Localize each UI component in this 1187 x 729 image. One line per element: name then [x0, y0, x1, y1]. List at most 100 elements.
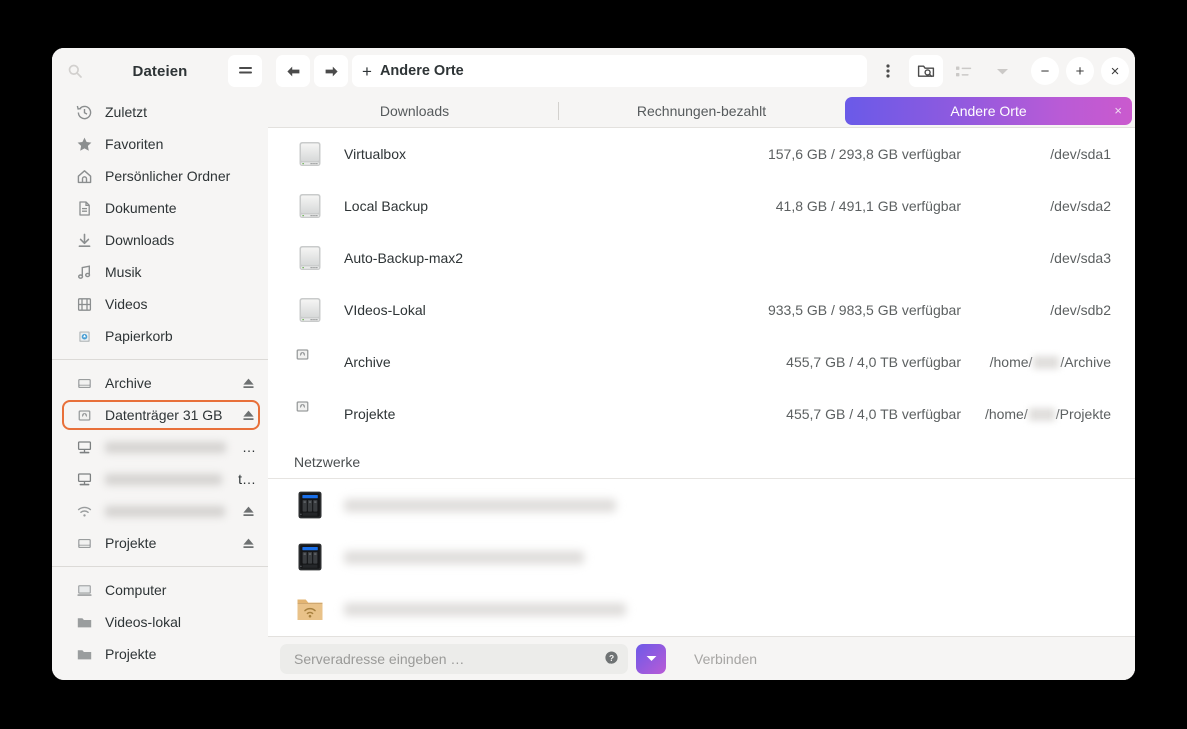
sidebar-item-dokumente[interactable]: Dokumente: [52, 192, 268, 224]
sidebar-item-label: Dokumente: [105, 200, 177, 216]
sidebar-item-favoriten[interactable]: Favoriten: [52, 128, 268, 160]
network-section-header: Netzwerke: [268, 440, 1135, 479]
header-sidebar-section: Dateien: [52, 48, 268, 94]
removable-drive-icon: [294, 398, 326, 430]
tab-downloads[interactable]: Downloads: [271, 97, 558, 125]
help-icon[interactable]: ?: [603, 650, 620, 667]
connect-button[interactable]: Verbinden: [694, 651, 757, 667]
sidebar-item-label: Zuletzt: [105, 104, 148, 120]
table-row[interactable]: [268, 479, 1135, 531]
maximize-button[interactable]: +: [1066, 57, 1094, 85]
drive-device-path: /home//Archive: [989, 354, 1111, 370]
server-protocol-dropdown[interactable]: [636, 643, 666, 674]
drive-capacity: 157,6 GB / 293,8 GB verfügbar: [767, 146, 961, 162]
sidebar-item-blurred-12[interactable]: [52, 495, 268, 527]
download-icon: [76, 232, 93, 249]
nas-icon: [294, 541, 326, 573]
tab-rechnungen-bezahlt[interactable]: Rechnungen-bezahlt: [558, 97, 845, 125]
folder-icon: [76, 614, 93, 631]
minimize-button[interactable]: −: [1031, 57, 1059, 85]
tab-close-icon[interactable]: ×: [1114, 104, 1122, 117]
search-icon[interactable]: [58, 55, 92, 87]
drive-icon: [76, 375, 93, 392]
sidebar-item-label: Downloads: [105, 232, 175, 248]
places-list[interactable]: Virtualbox 157,6 GB / 293,8 GB verfügbar /…: [268, 128, 1135, 636]
eject-icon[interactable]: [241, 536, 256, 551]
drive-name: Auto-Backup-max2: [344, 250, 464, 266]
sidebar-item-label: Computer: [105, 582, 167, 598]
drive-device-path: /dev/sdb2: [1050, 302, 1111, 318]
sidebar-item-projekte[interactable]: Projekte: [52, 638, 268, 670]
drive-device-path: /dev/sda2: [1050, 198, 1111, 214]
server-icon: [76, 439, 93, 456]
drive-device-path: /home//Projekte: [984, 406, 1111, 422]
sidebar-item-musik[interactable]: Musik: [52, 256, 268, 288]
window-controls: − + ×: [1031, 57, 1129, 85]
home-icon: [76, 168, 93, 185]
sidebar-item-downloads[interactable]: Downloads: [52, 224, 268, 256]
drive-device-path: /dev/sda3: [1050, 250, 1111, 266]
nas-icon: [294, 489, 326, 521]
table-row[interactable]: Archive 455,7 GB / 4,0 TB verfügbar/home/…: [268, 336, 1135, 388]
blurred-username: [1033, 355, 1060, 369]
sidebar-item-computer[interactable]: Computer: [52, 574, 268, 606]
document-icon: [76, 200, 93, 217]
network-folder-icon: [294, 593, 326, 625]
path-bar-label: Andere Orte: [379, 63, 464, 79]
drive-name: Local Backup: [344, 198, 429, 214]
arrow-left-icon[interactable]: [276, 55, 310, 87]
table-row[interactable]: Virtualbox 157,6 GB / 293,8 GB verfügbar /…: [268, 128, 1135, 180]
drive-device-path: /dev/sda1: [1050, 146, 1111, 162]
film-icon: [76, 296, 93, 313]
server-icon: [76, 471, 93, 488]
drive-name: Archive: [344, 354, 391, 370]
sidebar-item-archive[interactable]: Archive: [52, 367, 268, 399]
arrow-right-icon[interactable]: [314, 55, 348, 87]
connect-to-server-bar: ? Verbinden: [268, 636, 1135, 680]
network-share-name: [344, 550, 584, 564]
table-row[interactable]: Projekte 455,7 GB / 4,0 TB verfügbar/home…: [268, 388, 1135, 440]
server-address-field[interactable]: ?: [280, 643, 628, 674]
table-row[interactable]: Auto-Backup-max2/dev/sda3: [268, 232, 1135, 284]
sidebar-item-blurred-11[interactable]: t…: [52, 463, 268, 495]
star-icon: [76, 136, 93, 153]
sidebar-item-videos[interactable]: Videos: [52, 288, 268, 320]
eject-icon[interactable]: [241, 504, 256, 519]
sidebar-separator: [52, 566, 268, 567]
sidebar-item-papierkorb[interactable]: Papierkorb: [52, 320, 268, 352]
sidebar-item-pers-nlicher-ordner[interactable]: Persönlicher Ordner: [52, 160, 268, 192]
eject-icon[interactable]: [241, 408, 256, 423]
path-bar[interactable]: + Andere Orte: [352, 55, 867, 87]
close-button[interactable]: ×: [1101, 57, 1129, 85]
blurred-username: [1028, 407, 1055, 421]
table-row[interactable]: VIdeos-Lokal 933,5 GB / 983,5 GB verfügba…: [268, 284, 1135, 336]
sidebar-item-label: Videos: [105, 296, 148, 312]
sidebar-item-videos-lokal[interactable]: Videos-lokal: [52, 606, 268, 638]
removable-drive-icon: [294, 346, 326, 378]
chevron-down-icon[interactable]: [985, 55, 1019, 87]
sidebar-separator: [52, 359, 268, 360]
content-area: Downloads Rechnungen-bezahlt Andere Orte × …: [268, 94, 1135, 680]
server-address-input[interactable]: [294, 650, 603, 667]
tab-label: Andere Orte: [950, 102, 1027, 119]
sidebar-item-label: Projekte: [105, 535, 157, 551]
sidebar-item-blurred-10[interactable]: …: [52, 431, 268, 463]
path-plus-icon: +: [362, 61, 372, 81]
folder-search-icon[interactable]: [909, 55, 943, 87]
vertical-dots-icon[interactable]: [871, 55, 905, 87]
table-row[interactable]: [268, 531, 1135, 583]
table-row[interactable]: [268, 583, 1135, 635]
sidebar-item-projekte[interactable]: Projekte: [52, 527, 268, 559]
eject-icon[interactable]: [241, 376, 256, 391]
hamburger-menu-icon[interactable]: [228, 55, 262, 87]
sidebar-item-overflow: …: [242, 439, 256, 455]
list-view-icon[interactable]: [947, 55, 981, 87]
computer-icon: [76, 582, 93, 599]
sidebar-item-datentr-ger-31-gb[interactable]: Datenträger 31 GB: [52, 399, 268, 431]
removable-drive-icon: [76, 407, 93, 424]
sidebar-item-label: [105, 473, 223, 485]
sidebar-item-zuletzt[interactable]: Zuletzt: [52, 96, 268, 128]
table-row[interactable]: Local Backup 41,8 GB / 491,1 GB verfügbar…: [268, 180, 1135, 232]
tab-andere-orte[interactable]: Andere Orte ×: [845, 96, 1132, 125]
sidebar-item-label: [105, 505, 225, 517]
